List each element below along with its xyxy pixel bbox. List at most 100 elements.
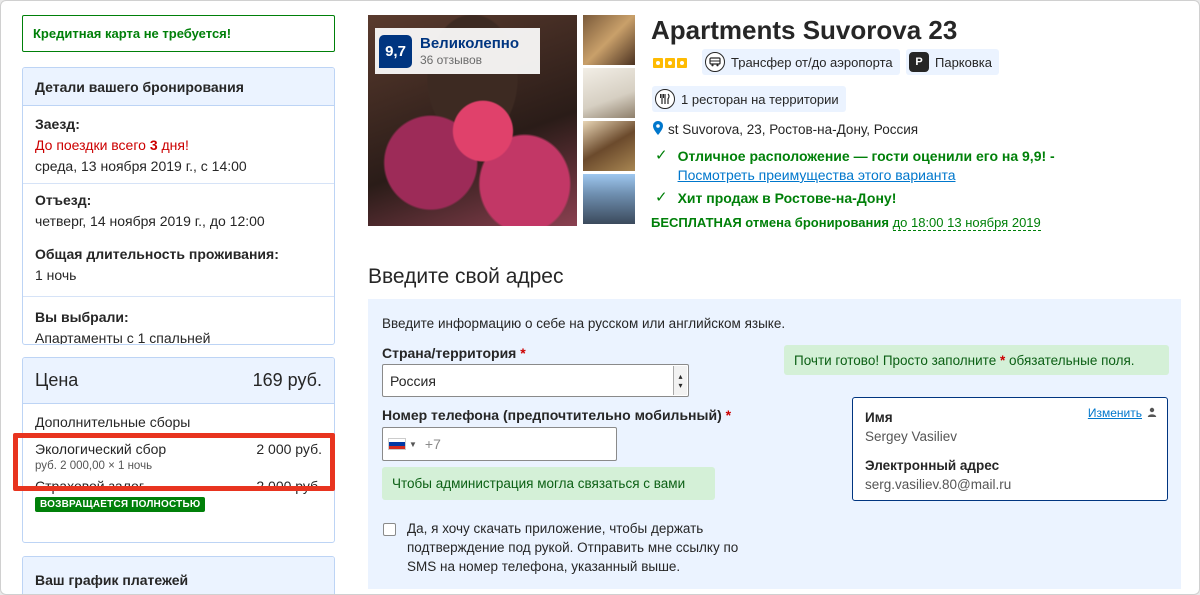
price-header: Цена 169 руб.	[23, 358, 334, 404]
profile-change-label: Изменить	[1087, 406, 1142, 420]
notice-text: Кредитная карта не требуется!	[33, 26, 232, 41]
highlight-location-main: Отличное расположение — гости оценили ег…	[677, 148, 1055, 164]
duration-value: 1 ночь	[35, 267, 77, 283]
checkmark-icon: ✓	[655, 147, 668, 164]
review-score: 9,7	[379, 34, 412, 68]
hotel-thumbnails	[583, 15, 635, 227]
almost-done-prefix: Почти готово! Просто заполните	[794, 352, 1000, 368]
address-form-title: Введите свой адрес	[368, 265, 564, 288]
map-pin-icon	[653, 121, 663, 138]
chosen-section: Вы выбрали: Апартаменты с 1 спальней	[23, 297, 334, 345]
phone-label-text: Номер телефона (предпочтительно мобильны…	[382, 407, 722, 423]
no-credit-card-notice: Кредитная карта не требуется!	[22, 15, 335, 52]
highlight-bestseller-text: Хит продаж в Ростове-на-Дону!	[677, 190, 897, 206]
checkin-date: среда, 13 ноября 2019 г., с 14:00	[35, 158, 247, 174]
booking-details-title: Детали вашего бронирования	[23, 68, 334, 106]
booking-details-title-text: Детали вашего бронирования	[35, 78, 244, 95]
checkout-section: Отъезд: четверг, 14 ноября 2019 г., до 1…	[23, 184, 334, 238]
country-label-text: Страна/территория	[382, 345, 517, 361]
amenity-label: Трансфер от/до аэропорта	[731, 54, 893, 70]
shuttle-icon	[705, 52, 725, 72]
country-code-dropdown-icon[interactable]: ▼	[409, 440, 417, 449]
chosen-value: Апартаменты с 1 спальней	[35, 330, 211, 345]
review-count: 36 отзывов	[420, 53, 483, 67]
profile-email-label: Электронный адрес	[865, 458, 1000, 473]
almost-done-suffix: обязательные поля.	[1005, 352, 1135, 368]
phone-input-placeholder[interactable]: +7	[425, 436, 441, 452]
highlight-location-text: Отличное расположение — гости оценили ег…	[678, 147, 1055, 185]
hotel-thumbnail[interactable]	[583, 121, 635, 171]
countdown-suffix: дня!	[157, 137, 189, 153]
profile-name-value: Sergey Vasiliev	[865, 429, 958, 444]
free-cancellation-deadline[interactable]: до 18:00 13 ноября 2019	[892, 215, 1041, 231]
checkmark-icon: ✓	[655, 189, 668, 206]
deposit-label: Страховой залог	[35, 478, 144, 494]
amenity-label: Парковка	[935, 54, 992, 70]
phone-field[interactable]: ▼ +7	[382, 427, 617, 461]
phone-label: Номер телефона (предпочтительно мобильны…	[382, 407, 731, 423]
russia-flag-icon[interactable]	[388, 438, 406, 450]
star-icon	[653, 58, 663, 68]
profile-change-link[interactable]: Изменить	[1088, 406, 1157, 420]
duration-section: Общая длительность проживания: 1 ночь	[23, 238, 334, 297]
select-arrows-icon: ▴ ▾	[673, 366, 687, 395]
amenity-restaurant: 1 ресторан на территории	[652, 86, 846, 112]
booking-page: Кредитная карта не требуется! Детали ваш…	[0, 0, 1200, 595]
eco-fee-value: 2 000 руб.	[256, 441, 322, 457]
country-select[interactable]: Россия ▴ ▾	[382, 364, 689, 397]
payment-schedule-title: Ваш график платежей	[23, 557, 334, 594]
free-cancellation-label: БЕСПЛАТНАЯ отмена бронирования	[651, 215, 889, 230]
booking-details-card: Детали вашего бронирования Заезд: До пое…	[22, 67, 335, 345]
hotel-address[interactable]: st Suvorova, 23, Ростов-на-Дону, Россия	[653, 121, 918, 138]
view-benefits-link[interactable]: Посмотреть преимущества этого варианта	[678, 165, 1055, 185]
payment-schedule-card: Ваш график платежей	[22, 556, 335, 594]
checkout-label: Отъезд:	[35, 192, 92, 208]
review-score-word: Великолепно	[420, 35, 519, 52]
user-icon	[1147, 407, 1157, 420]
profile-email-value: serg.vasiliev.80@mail.ru	[865, 477, 1012, 492]
app-link-consent-text: Да, я хочу скачать приложение, чтобы дер…	[407, 521, 739, 574]
payment-schedule-title-text: Ваш график платежей	[35, 571, 189, 588]
address-text: st Suvorova, 23, Ростов-на-Дону, Россия	[668, 122, 919, 137]
country-label: Страна/территория *	[382, 345, 526, 361]
checkin-countdown: До поездки всего 3 дня!	[35, 135, 322, 156]
extra-fees-label: Дополнительные сборы	[35, 414, 191, 430]
country-select-value: Россия	[390, 372, 436, 389]
eco-fee-calc: руб. 2 000,00 × 1 ночь	[35, 460, 153, 472]
hotel-name: Apartments Suvorova 23	[651, 15, 958, 45]
app-link-checkbox[interactable]	[383, 523, 396, 536]
checkin-section: Заезд: До поездки всего 3 дня! среда, 13…	[23, 106, 334, 184]
star-icon	[665, 58, 675, 68]
highlight-location: ✓ Отличное расположение — гости оценили …	[655, 147, 1055, 185]
phone-hint: Чтобы администрация могла связаться с ва…	[382, 467, 715, 500]
profile-card: Имя Sergey Vasiliev Электронный адрес se…	[852, 397, 1168, 501]
refundable-badge: ВОЗВРАЩАЕТСЯ ПОЛНОСТЬЮ	[35, 497, 206, 512]
star-icon	[677, 58, 687, 68]
restaurant-icon	[655, 89, 675, 109]
extra-fees-label-row: Дополнительные сборы	[23, 414, 334, 430]
review-score-text: Великолепно 36 отзывов	[420, 35, 519, 67]
amenity-shuttle: Трансфер от/до аэропорта	[702, 49, 900, 75]
eco-fee-label: Экологический сбор	[35, 441, 167, 457]
checkout-date: четверг, 14 ноября 2019 г., до 12:00	[35, 213, 265, 229]
hotel-thumbnail[interactable]	[583, 174, 635, 224]
amenity-parking: P Парковка	[906, 49, 999, 75]
required-mark: *	[725, 407, 732, 423]
price-title: Цена	[35, 370, 79, 390]
deposit-value: 2 000 руб.	[256, 478, 322, 494]
checkin-label: Заезд:	[35, 116, 80, 132]
hotel-thumbnail[interactable]	[583, 15, 635, 65]
price-total: 169 руб.	[252, 370, 322, 390]
hotel-stars	[653, 58, 687, 68]
highlight-bestseller: ✓ Хит продаж в Ростове-на-Дону!	[655, 189, 896, 207]
hotel-thumbnail[interactable]	[583, 68, 635, 118]
required-mark: *	[520, 345, 526, 361]
chosen-label: Вы выбрали:	[35, 309, 129, 325]
review-score-box[interactable]: 9,7 Великолепно 36 отзывов	[375, 28, 540, 74]
parking-icon: P	[909, 52, 929, 72]
address-form-intro: Введите информацию о себе на русском или…	[382, 316, 786, 331]
countdown-prefix: До поездки всего	[35, 137, 150, 153]
almost-done-banner: Почти готово! Просто заполните * обязате…	[784, 345, 1169, 375]
eco-fee-row: Экологический сбор 2 000 руб.	[23, 441, 334, 457]
countdown-days: 3	[149, 137, 158, 153]
